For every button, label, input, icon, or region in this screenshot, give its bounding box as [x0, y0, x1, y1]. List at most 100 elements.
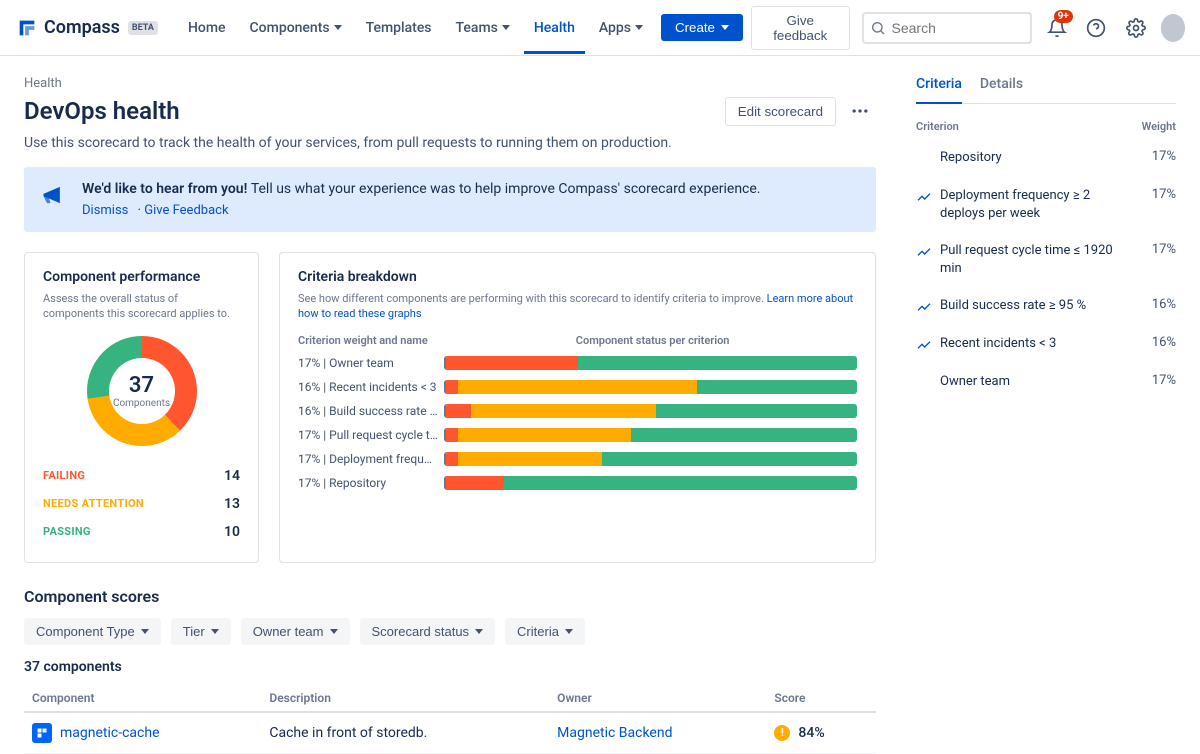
create-button[interactable]: Create — [661, 14, 743, 41]
table-header-row: ComponentDescriptionOwnerScore — [24, 685, 876, 712]
component-performance-card: Component performance Assess the overall… — [24, 252, 259, 563]
more-actions-button[interactable] — [844, 95, 876, 127]
cards-row: Component performance Assess the overall… — [24, 252, 876, 563]
edit-scorecard-button[interactable]: Edit scorecard — [725, 97, 836, 126]
nav-link-templates[interactable]: Templates — [356, 14, 442, 42]
component-link[interactable]: magnetic-cache — [60, 725, 160, 741]
chevron-down-icon — [565, 629, 573, 634]
criterion-text: Build success rate ≥ 95 % — [940, 297, 1136, 315]
chevron-down-icon — [502, 25, 510, 30]
perf-row: NEEDS ATTENTION13 — [43, 490, 240, 518]
filter-owner-team[interactable]: Owner team — [241, 618, 350, 645]
nav-link-health[interactable]: Health — [524, 2, 585, 54]
metric-icon — [916, 299, 932, 315]
table-row: magnetic-cache Cache in front of storedb.… — [24, 712, 876, 754]
beta-badge: BETA — [128, 21, 158, 35]
banner-title: We'd like to hear from you! Tell us what… — [82, 181, 761, 197]
breakdown-columns: Criterion weight and name Component stat… — [298, 334, 857, 347]
criterion-row: Owner team17% — [916, 363, 1176, 401]
description-cell: Cache in front of storedb. — [261, 712, 549, 754]
megaphone-icon — [40, 181, 68, 209]
breadcrumb: Health — [24, 76, 876, 91]
user-avatar[interactable] — [1161, 14, 1185, 42]
breakdown-row: 17% | Deployment frequency ≥ ... — [298, 447, 857, 471]
settings-button[interactable] — [1122, 12, 1149, 44]
filter-component-type[interactable]: Component Type — [24, 618, 161, 645]
title-row: DevOps health Edit scorecard — [24, 95, 876, 127]
nav-link-teams[interactable]: Teams — [446, 14, 520, 42]
component-icon — [32, 723, 52, 743]
donut-total: 37 — [129, 373, 154, 398]
breakdown-row: 16% | Recent incidents < 3 — [298, 375, 857, 399]
feedback-banner: We'd like to hear from you! Tell us what… — [24, 167, 876, 232]
criterion-row: Pull request cycle time ≤ 1920 min17% — [916, 232, 1176, 287]
filter-scorecard-status[interactable]: Scorecard status — [360, 618, 496, 645]
breakdown-row: 17% | Owner team — [298, 351, 857, 375]
brand-logo[interactable]: Compass BETA — [16, 17, 158, 39]
banner-feedback-link[interactable]: Give Feedback — [144, 203, 228, 218]
donut-label: Components — [113, 398, 170, 409]
give-feedback-button[interactable]: Give feedback — [751, 6, 850, 50]
table-body: magnetic-cache Cache in front of storedb.… — [24, 712, 876, 754]
perf-row: FAILING14 — [43, 462, 240, 490]
metric-icon — [916, 244, 932, 260]
nav-link-apps[interactable]: Apps — [589, 14, 653, 42]
search-input[interactable] — [862, 12, 1032, 44]
breakdown-row: 16% | Build success rate ≥ 95 % — [298, 399, 857, 423]
chevron-down-icon — [330, 629, 338, 634]
breakdown-sub: See how different components are perform… — [298, 291, 857, 322]
breakdown-row: 17% | Repository — [298, 471, 857, 495]
breakdown-label: 17% | Owner team — [298, 356, 438, 370]
help-icon — [1086, 18, 1106, 38]
gear-icon — [1126, 18, 1146, 38]
notifications-button[interactable]: 9+ — [1044, 12, 1071, 44]
owner-link[interactable]: Magnetic Backend — [557, 725, 672, 741]
score-value: 84% — [798, 725, 824, 741]
banner-dismiss-link[interactable]: Dismiss — [82, 203, 128, 218]
breakdown-label: 16% | Build success rate ≥ 95 % — [298, 404, 438, 418]
metric-icon — [916, 337, 932, 353]
filter-criteria[interactable]: Criteria — [505, 618, 585, 645]
criteria-rows: Repository17%Deployment frequency ≥ 2 de… — [916, 139, 1176, 401]
sidebar: Criteria Details Criterion Weight Reposit… — [916, 76, 1176, 754]
breakdown-label: 17% | Deployment frequency ≥ ... — [298, 452, 438, 466]
nav-link-components[interactable]: Components — [240, 14, 352, 42]
component-scores-heading: Component scores — [24, 587, 876, 606]
table-header: Owner — [549, 685, 766, 712]
filter-tier[interactable]: Tier — [171, 618, 231, 645]
breakdown-bar — [444, 356, 857, 370]
score-status-icon: ! — [774, 725, 790, 741]
criterion-text: Deployment frequency ≥ 2 deploys per wee… — [940, 187, 1136, 222]
tab-details[interactable]: Details — [980, 76, 1023, 103]
perf-heading: Component performance — [43, 269, 240, 285]
donut-chart: 37 Components — [87, 336, 197, 446]
sidebar-tabs: Criteria Details — [916, 76, 1176, 104]
chevron-down-icon — [635, 25, 643, 30]
nav-link-home[interactable]: Home — [178, 14, 236, 42]
tab-criteria[interactable]: Criteria — [916, 76, 962, 104]
criterion-text: Pull request cycle time ≤ 1920 min — [940, 242, 1136, 277]
search-wrap — [862, 12, 1032, 44]
perf-sub: Assess the overall status of components … — [43, 291, 240, 322]
criterion-text: Repository — [940, 149, 1136, 167]
chevron-down-icon — [141, 629, 149, 634]
nav-right: Give feedback 9+ — [751, 6, 1185, 50]
breadcrumb-link[interactable]: Health — [24, 76, 62, 91]
top-nav: Compass BETA HomeComponentsTemplatesTeam… — [0, 0, 1200, 56]
chevron-down-icon — [211, 629, 219, 634]
main-column: Health DevOps health Edit scorecard Use … — [24, 76, 876, 754]
donut-center: 37 Components — [87, 336, 197, 446]
breakdown-label: 17% | Repository — [298, 476, 438, 490]
chevron-down-icon — [475, 629, 483, 634]
filters-row: Component Type Tier Owner team Scorecard… — [24, 618, 876, 645]
criterion-row: Deployment frequency ≥ 2 deploys per wee… — [916, 177, 1176, 232]
chevron-down-icon — [721, 25, 729, 30]
breakdown-heading: Criteria breakdown — [298, 269, 857, 285]
criterion-weight: 16% — [1152, 335, 1176, 350]
criterion-row: Build success rate ≥ 95 %16% — [916, 287, 1176, 325]
help-button[interactable] — [1083, 12, 1110, 44]
criterion-text: Owner team — [940, 373, 1136, 391]
table-header: Description — [261, 685, 549, 712]
table-header: Component — [24, 685, 261, 712]
criteria-columns: Criterion Weight — [916, 114, 1176, 139]
